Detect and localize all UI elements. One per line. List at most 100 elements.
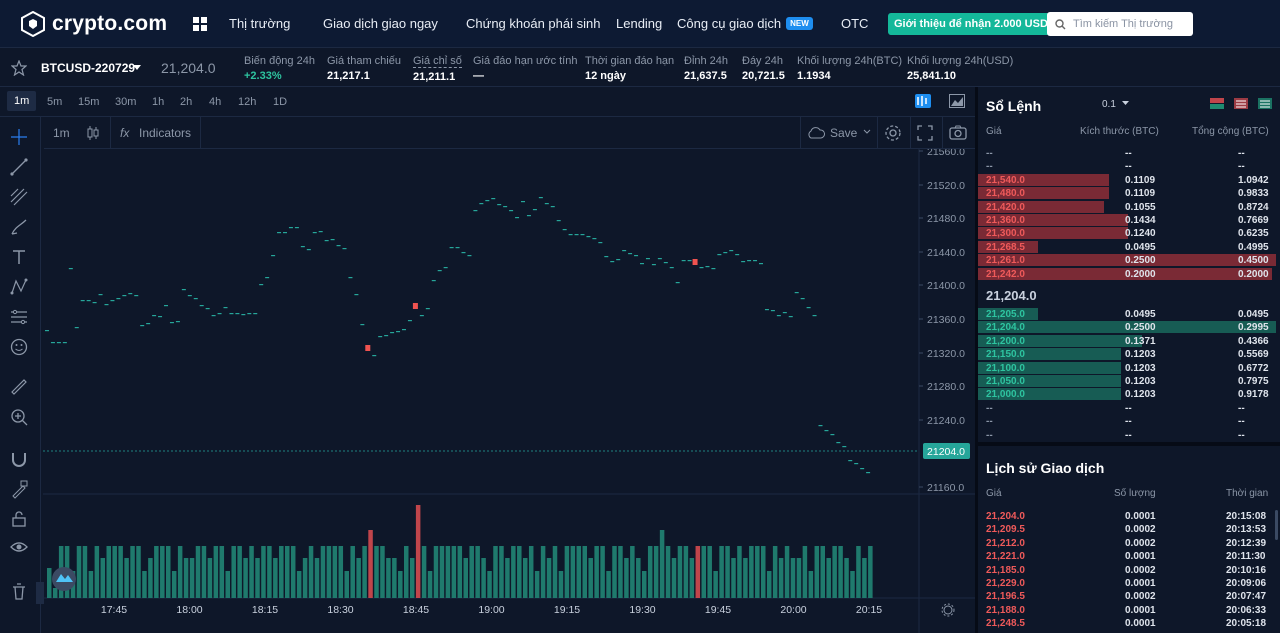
orderbook-row-bid[interactable]: 21,205.0 0.0495 0.0495 <box>978 308 1276 321</box>
trash-icon[interactable] <box>9 581 29 601</box>
orderbook-row-ask[interactable]: 21,268.5 0.0495 0.4995 <box>978 240 1276 254</box>
orderbook-row-bid[interactable]: -- -- -- <box>978 415 1276 428</box>
trade-time: 20:09:06 <box>1226 578 1267 589</box>
timeframe-4h[interactable]: 4h <box>209 96 221 108</box>
chart-interval[interactable]: 1m <box>53 126 70 140</box>
brush-icon[interactable] <box>9 217 29 237</box>
timeframe-5m[interactable]: 5m <box>47 96 62 108</box>
nav-lending[interactable]: Lending <box>616 16 662 31</box>
candle-up <box>830 434 835 436</box>
orderbook-row-ask[interactable]: 21,540.0 0.1109 1.0942 <box>978 173 1276 187</box>
orderbook-row-ask[interactable]: 21,480.0 0.1109 0.9833 <box>978 187 1276 200</box>
orderbook-row-bid[interactable]: -- -- -- <box>978 429 1276 442</box>
volume-bar <box>47 568 52 598</box>
orderbook-row-ask[interactable]: -- -- -- <box>978 160 1276 173</box>
separator <box>877 117 878 148</box>
volume-bar <box>862 558 867 598</box>
candle-up <box>419 315 424 317</box>
nav-markets[interactable]: Thị trường <box>229 16 290 31</box>
nav-trading-tools[interactable]: Công cụ giao dịch NEW <box>677 16 813 31</box>
fib-tool-icon[interactable] <box>9 187 29 207</box>
orderbook-row-bid[interactable]: 21,050.0 0.1203 0.7975 <box>978 375 1276 388</box>
timeframe-12h[interactable]: 12h <box>238 96 256 108</box>
crosshair-icon[interactable] <box>9 127 29 147</box>
chevron-down-icon[interactable] <box>863 129 871 135</box>
lock-icon[interactable] <box>9 509 29 529</box>
brand-name: crypto.com <box>52 11 168 35</box>
trades-scrollbar[interactable] <box>1275 510 1278 540</box>
timeframe-1m[interactable]: 1m <box>7 91 37 111</box>
emoji-icon[interactable] <box>9 337 29 357</box>
volume-bar <box>630 546 635 598</box>
timeframe-1h[interactable]: 1h <box>152 96 164 108</box>
trade-price: 21,229.0 <box>986 578 1025 589</box>
settings-gear-icon[interactable] <box>884 124 902 142</box>
orderbook-row-ask[interactable]: 21,300.0 0.1240 0.6235 <box>978 227 1276 240</box>
referral-promo-button[interactable]: Giới thiệu để nhận 2.000 USD <box>888 13 1054 35</box>
candle-up <box>497 204 502 206</box>
star-favorite-icon[interactable] <box>11 60 27 76</box>
candles-view-icon[interactable] <box>915 94 931 108</box>
chevron-down-icon[interactable] <box>1122 101 1129 106</box>
nav-otc[interactable]: OTC <box>841 16 868 31</box>
trade-price: 21,221.0 <box>986 551 1025 563</box>
timeframe-1d[interactable]: 1D <box>273 96 287 108</box>
orderbook-row-ask[interactable]: -- -- -- <box>978 147 1276 160</box>
timeframe-30m[interactable]: 30m <box>115 96 136 108</box>
trend-line-icon[interactable] <box>9 157 29 177</box>
fx-icon: fx <box>120 126 130 140</box>
indicators-button[interactable]: Indicators <box>139 126 191 140</box>
orderbook-bids-view-icon[interactable] <box>1258 98 1272 109</box>
lock-drawing-icon[interactable] <box>9 479 29 499</box>
nav-derivatives[interactable]: Chứng khoán phái sinh <box>466 16 600 31</box>
depth-view-icon[interactable] <box>949 94 965 108</box>
orderbook-asks-view-icon[interactable] <box>1234 98 1248 109</box>
timeframe-15m[interactable]: 15m <box>78 96 99 108</box>
candle-up <box>134 295 139 297</box>
brand-logo[interactable]: crypto.com <box>20 10 168 37</box>
pattern-tool-icon[interactable] <box>9 277 29 297</box>
candle-type-icon[interactable] <box>86 125 100 141</box>
fullscreen-icon[interactable] <box>917 125 933 141</box>
timeframe-2h[interactable]: 2h <box>180 96 192 108</box>
candle-up <box>735 254 740 256</box>
trade-time: 20:06:33 <box>1226 604 1267 616</box>
save-layout-button[interactable]: Save <box>830 126 857 140</box>
orderbook-row-ask[interactable]: 21,360.0 0.1434 0.7669 <box>978 214 1276 227</box>
orderbook-row-ask[interactable]: 21,420.0 0.1055 0.8724 <box>978 200 1276 214</box>
orderbook-row-ask[interactable]: 21,261.0 0.2500 0.4500 <box>978 254 1276 267</box>
time-settings-icon[interactable] <box>941 603 955 617</box>
magnet-icon[interactable] <box>9 449 29 469</box>
measure-tool-icon[interactable] <box>9 307 29 327</box>
orderbook-row-ask[interactable]: 21,242.0 0.2000 0.2000 <box>978 267 1276 281</box>
apps-grid-icon[interactable] <box>193 16 208 31</box>
volume-bar <box>166 546 171 598</box>
orderbook-row-bid[interactable]: 21,100.0 0.1203 0.6772 <box>978 361 1276 375</box>
price-chart[interactable]: 21560.0 21520.0 21480.0 21440.0 21400.0 21360… <box>43 149 975 633</box>
orderbook-row-bid[interactable]: 21,000.0 0.1203 0.9178 <box>978 388 1276 401</box>
orderbook-row-bid[interactable]: 21,150.0 0.1203 0.5569 <box>978 348 1276 361</box>
stat-index-price[interactable]: Giá chỉ số 21,211.1 <box>413 55 462 83</box>
eye-icon[interactable] <box>9 537 29 557</box>
instrument-symbol[interactable]: BTCUSD-220729 <box>41 61 135 75</box>
orderbook-row-bid[interactable]: 21,204.0 0.2500 0.2995 <box>978 321 1276 334</box>
market-search-input[interactable]: Tìm kiếm Thị trường <box>1047 12 1193 36</box>
orderbook-both-view-icon[interactable] <box>1210 98 1224 109</box>
ruler-icon[interactable] <box>9 377 29 397</box>
chevron-down-icon[interactable] <box>133 65 141 71</box>
volume-bar <box>386 558 391 598</box>
orderbook-row-bid[interactable]: -- -- -- <box>978 402 1276 415</box>
nav-spot-trading[interactable]: Giao dịch giao ngay <box>323 16 438 31</box>
order-price: 21,300.0 <box>986 228 1025 240</box>
candle-up <box>205 308 210 310</box>
orderbook-step-select[interactable]: 0.1 <box>1102 99 1116 110</box>
zoom-in-icon[interactable] <box>9 407 29 427</box>
text-tool-icon[interactable] <box>9 247 29 267</box>
camera-icon[interactable] <box>949 125 967 140</box>
orderbook-row-bid[interactable]: 21,200.0 0.1371 0.4366 <box>978 334 1276 348</box>
volume-bar <box>487 571 492 598</box>
time-tick-label: 17:45 <box>101 604 127 616</box>
candle-up <box>217 313 222 315</box>
candle-up <box>283 232 287 234</box>
volume-bar <box>528 546 534 598</box>
